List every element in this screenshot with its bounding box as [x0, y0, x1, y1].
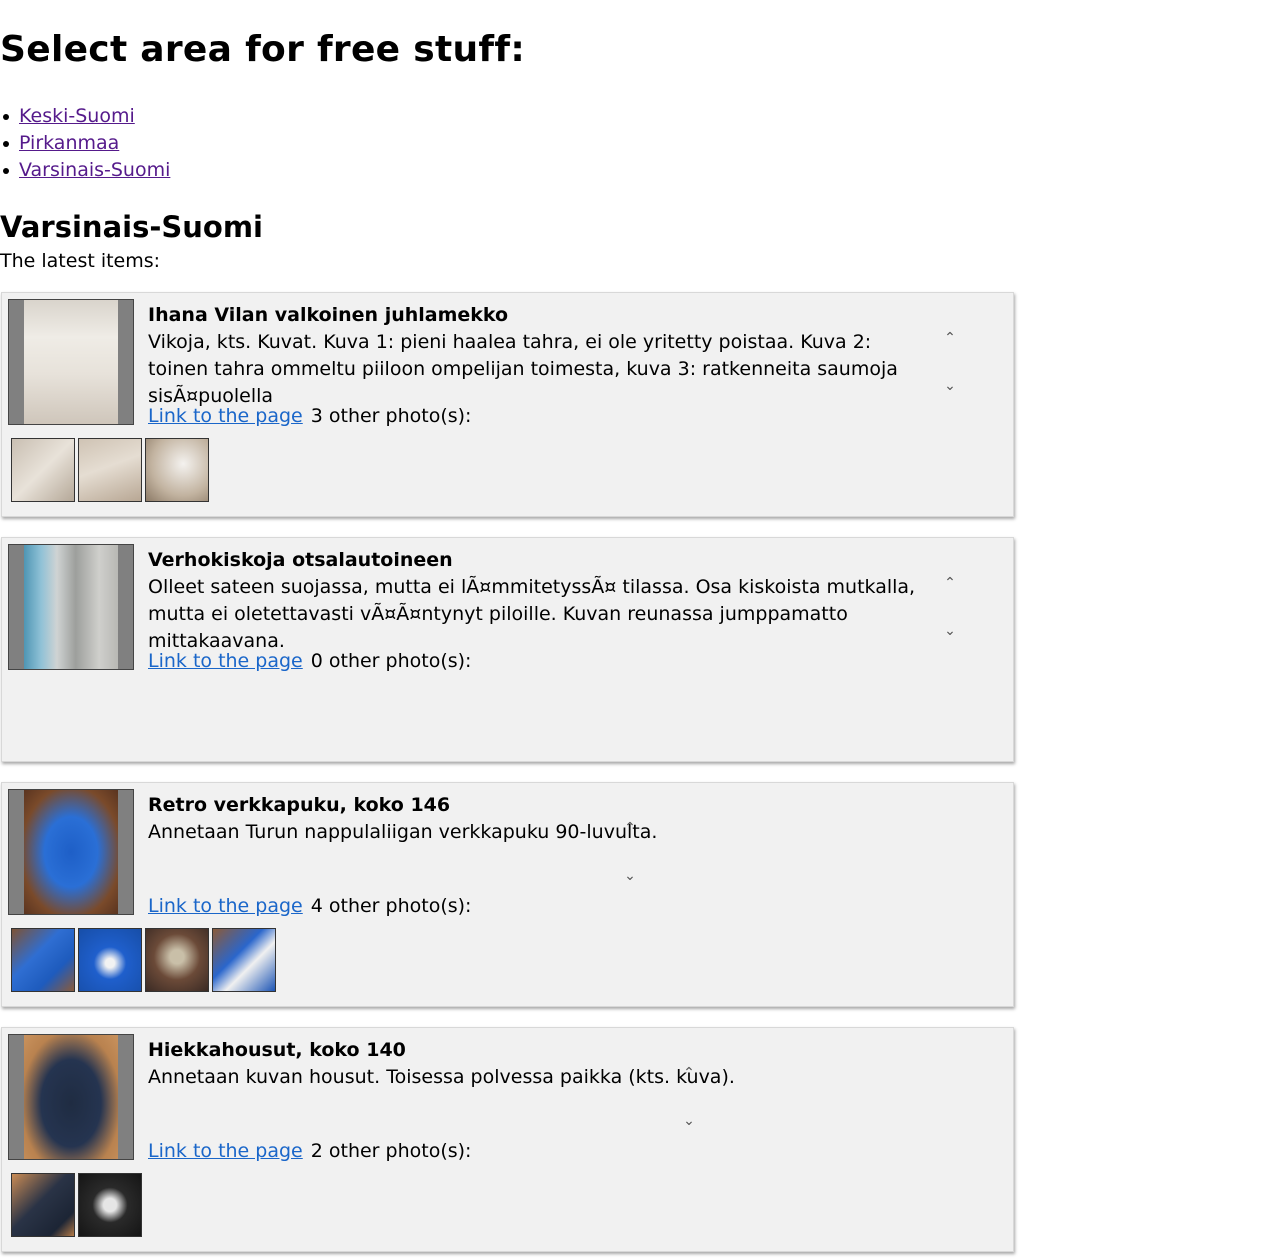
item-title: Verhokiskoja otsalautoineen — [148, 549, 453, 571]
area-list-item: Varsinais-Suomi — [0, 157, 170, 184]
item-main-photo[interactable] — [8, 789, 134, 915]
chevron-down-icon[interactable]: ⌄ — [623, 869, 637, 883]
chevron-up-icon[interactable]: ⌃ — [943, 331, 957, 345]
other-photo-thumbnail[interactable] — [145, 438, 209, 502]
other-photo-thumbnail[interactable] — [11, 928, 75, 992]
item-page-link[interactable]: Link to the page — [148, 405, 303, 427]
item-link-row: Link to the page 0 other photo(s): — [148, 649, 471, 673]
other-photo-thumbnail[interactable] — [145, 928, 209, 992]
chevron-down-icon[interactable]: ⌄ — [943, 379, 957, 393]
latest-items-label: The latest items: — [0, 250, 161, 272]
chevron-up-icon[interactable]: ⌃ — [682, 1066, 696, 1080]
item-page-link[interactable]: Link to the page — [148, 895, 303, 917]
other-photos — [11, 928, 276, 992]
item-card: Hiekkahousut, koko 140 Annetaan kuvan ho… — [1, 1027, 1014, 1252]
area-link-varsinais-suomi[interactable]: Varsinais-Suomi — [19, 157, 170, 184]
item-description: Olleet sateen suojassa, mutta ei lÃ¤mmit… — [148, 576, 916, 652]
item-link-row: Link to the page 4 other photo(s): — [148, 894, 471, 918]
other-photos-count: 2 other photo(s): — [310, 1140, 472, 1162]
item-description: Annetaan Turun nappulaliigan verkkapuku … — [148, 821, 658, 843]
chevron-up-icon[interactable]: ⌃ — [943, 576, 957, 590]
item-description: Annetaan kuvan housut. Toisessa polvessa… — [148, 1066, 735, 1088]
area-link-pirkanmaa[interactable]: Pirkanmaa — [19, 130, 119, 157]
area-list: Keski-Suomi Pirkanmaa Varsinais-Suomi — [0, 103, 170, 184]
other-photo-thumbnail[interactable] — [11, 438, 75, 502]
description-scrollbar[interactable]: ⌃ ⌄ — [943, 331, 957, 393]
other-photo-thumbnail[interactable] — [78, 1173, 142, 1237]
item-main-photo[interactable] — [8, 544, 134, 670]
item-main-photo[interactable] — [8, 1034, 134, 1160]
item-page-link[interactable]: Link to the page — [148, 650, 303, 672]
item-card: Verhokiskoja otsalautoineen Olleet satee… — [1, 537, 1014, 762]
item-card: Ihana Vilan valkoinen juhlamekko Vikoja,… — [1, 292, 1014, 517]
area-heading: Varsinais-Suomi — [0, 210, 263, 244]
item-title: Ihana Vilan valkoinen juhlamekko — [148, 304, 509, 326]
area-link-keski-suomi[interactable]: Keski-Suomi — [19, 103, 135, 130]
other-photo-thumbnail[interactable] — [78, 438, 142, 502]
other-photos-count: 4 other photo(s): — [310, 895, 472, 917]
other-photos-count: 3 other photo(s): — [310, 405, 472, 427]
other-photo-thumbnail[interactable] — [11, 1173, 75, 1237]
item-title: Hiekkahousut, koko 140 — [148, 1039, 406, 1061]
item-page-link[interactable]: Link to the page — [148, 1140, 303, 1162]
other-photo-thumbnail[interactable] — [212, 928, 276, 992]
other-photos — [11, 438, 209, 502]
other-photo-thumbnail[interactable] — [78, 928, 142, 992]
item-main-photo[interactable] — [8, 299, 134, 425]
description-scrollbar[interactable]: ⌃ ⌄ — [682, 1066, 696, 1128]
other-photos-count: 0 other photo(s): — [310, 650, 472, 672]
other-photos — [11, 1173, 142, 1237]
item-description: Vikoja, kts. Kuvat. Kuva 1: pieni haalea… — [148, 331, 898, 407]
description-scrollbar[interactable]: ⌃ ⌄ — [943, 576, 957, 638]
area-list-item: Keski-Suomi — [0, 103, 170, 130]
area-list-item: Pirkanmaa — [0, 130, 170, 157]
description-scrollbar[interactable]: ⌃ ⌄ — [623, 821, 637, 883]
item-card: Retro verkkapuku, koko 146 Annetaan Turu… — [1, 782, 1014, 1007]
page-title: Select area for free stuff: — [0, 29, 526, 70]
bullet-icon — [3, 167, 9, 174]
item-link-row: Link to the page 3 other photo(s): — [148, 404, 471, 428]
item-link-row: Link to the page 2 other photo(s): — [148, 1139, 471, 1163]
item-title: Retro verkkapuku, koko 146 — [148, 794, 451, 816]
bullet-icon — [3, 113, 9, 120]
chevron-up-icon[interactable]: ⌃ — [623, 821, 637, 835]
bullet-icon — [3, 140, 9, 147]
chevron-down-icon[interactable]: ⌄ — [943, 624, 957, 638]
chevron-down-icon[interactable]: ⌄ — [682, 1114, 696, 1128]
